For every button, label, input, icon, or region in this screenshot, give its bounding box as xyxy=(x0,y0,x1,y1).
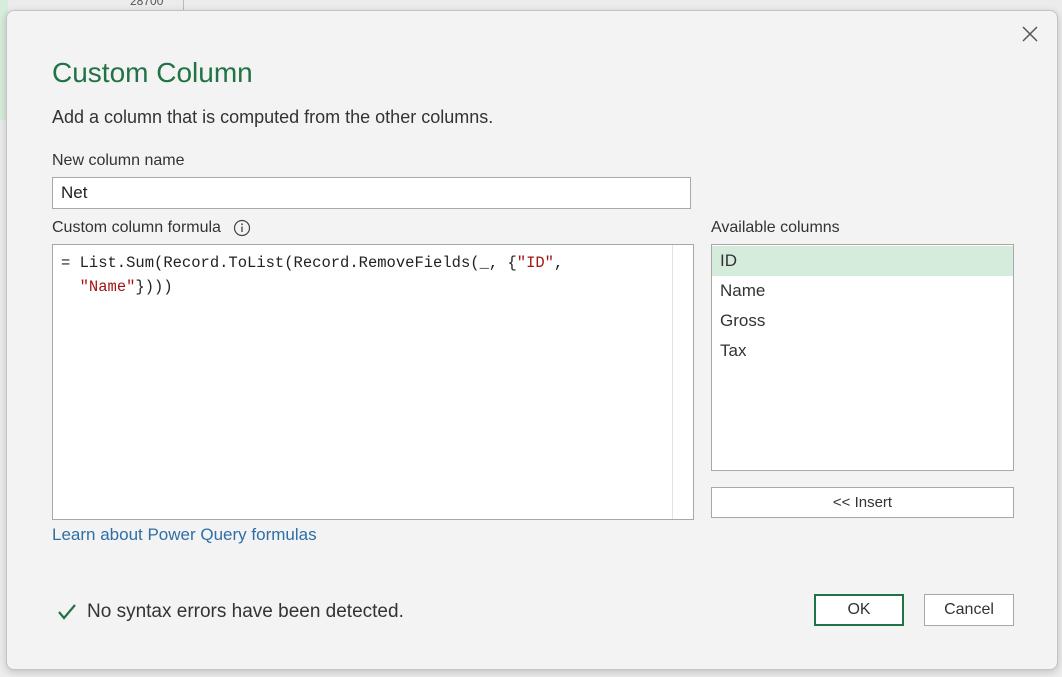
column-item-name[interactable]: Name xyxy=(712,276,1013,306)
info-icon[interactable] xyxy=(233,219,251,237)
column-item-id[interactable]: ID xyxy=(712,246,1013,276)
dialog-title: Custom Column xyxy=(52,57,253,88)
formula-scrollbar[interactable] xyxy=(672,245,693,519)
insert-button[interactable]: << Insert xyxy=(711,487,1014,518)
close-icon xyxy=(1022,26,1038,42)
new-column-name-label: New column name xyxy=(52,152,185,169)
column-item-gross[interactable]: Gross xyxy=(712,306,1013,336)
available-columns-label: Available columns xyxy=(711,219,840,236)
learn-formulas-link[interactable]: Learn about Power Query formulas xyxy=(52,525,317,545)
close-button[interactable] xyxy=(1017,21,1043,47)
formula-label-row: Custom column formula xyxy=(52,219,251,237)
checkmark-icon xyxy=(58,604,76,620)
formula-label: Custom column formula xyxy=(52,219,221,237)
custom-column-dialog: Custom Column Add a column that is compu… xyxy=(6,10,1058,670)
background-cell-value: 28700 xyxy=(130,0,164,8)
syntax-status-text: No syntax errors have been detected. xyxy=(87,601,404,622)
syntax-status: No syntax errors have been detected. xyxy=(57,601,404,623)
new-column-name-input[interactable] xyxy=(52,177,691,209)
column-item-tax[interactable]: Tax xyxy=(712,336,1013,366)
background-column-line xyxy=(183,0,184,10)
available-columns-list[interactable]: ID Name Gross Tax xyxy=(711,244,1014,471)
formula-editor[interactable]: = List.Sum(Record.ToList(Record.RemoveFi… xyxy=(52,244,694,520)
ok-button[interactable]: OK xyxy=(814,594,904,626)
formula-text[interactable]: = List.Sum(Record.ToList(Record.RemoveFi… xyxy=(61,251,671,299)
cancel-button[interactable]: Cancel xyxy=(924,594,1014,626)
dialog-subtitle: Add a column that is computed from the o… xyxy=(52,107,494,127)
